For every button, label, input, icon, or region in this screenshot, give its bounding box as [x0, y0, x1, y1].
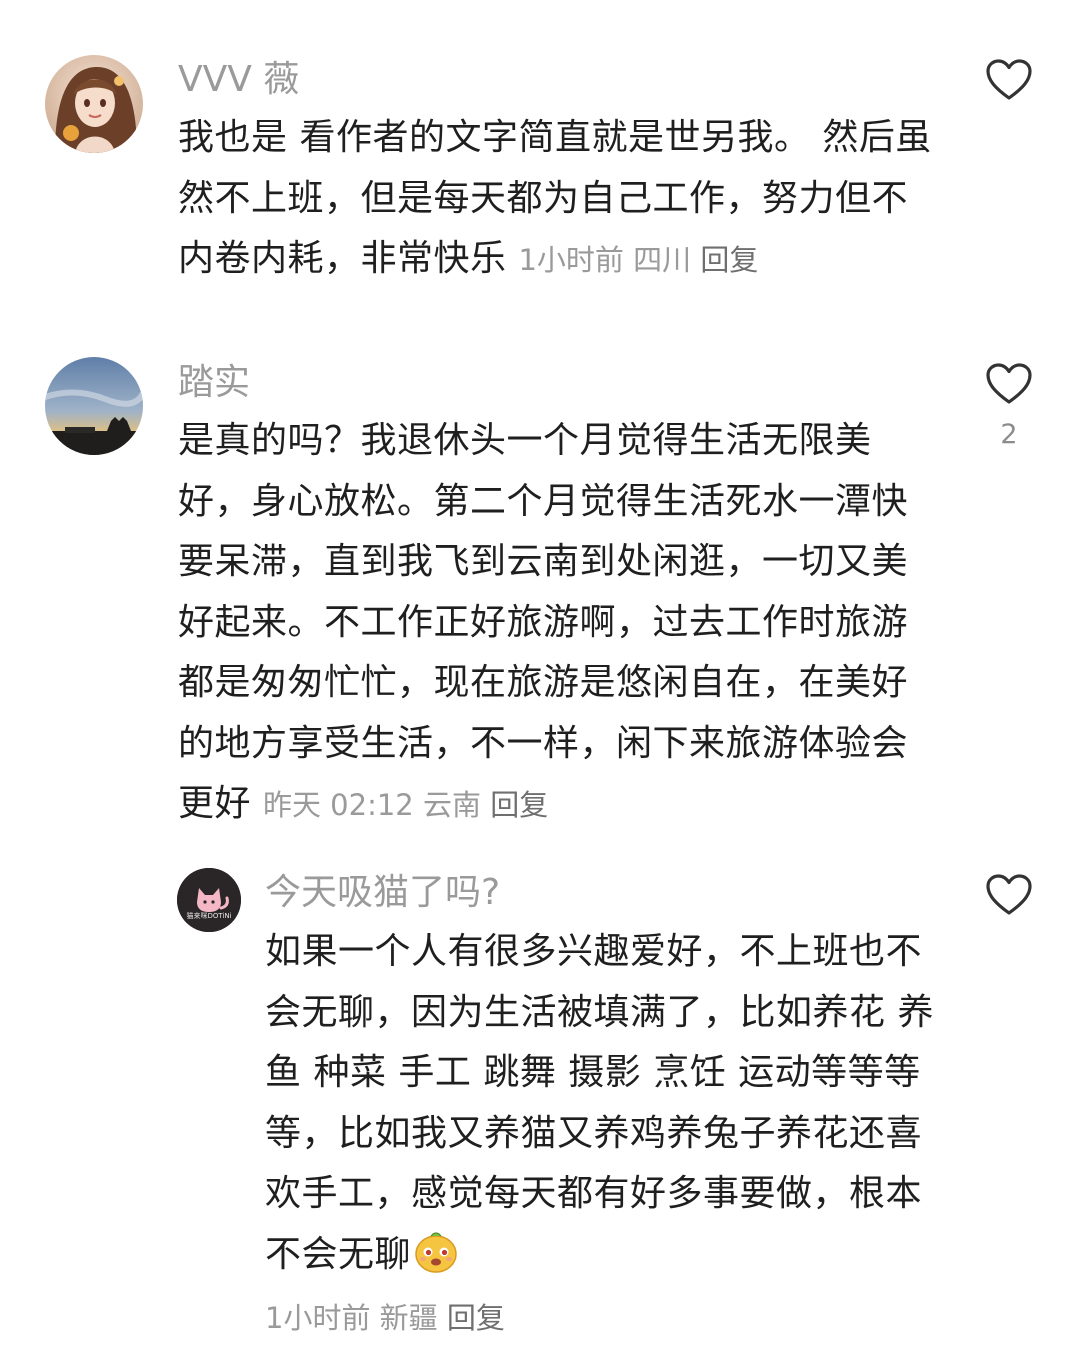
comment-body: 如果一个人有很多兴趣爱好，不上班也不会无聊，因为生活被填满了，比如养花 养鱼 种… [265, 931, 934, 1275]
comment-meta: 1小时前 新疆 回复 [265, 1298, 505, 1338]
reply-comment-item: 猫来咪DOTiNi 今天吸猫了吗? 如果一个人有很多兴趣爱好，不上班也不会无聊，… [0, 0, 1080, 1372]
heart-outline-icon [986, 874, 1032, 915]
avatar-caption: 猫来咪DOTiNi [186, 912, 232, 920]
cute-face-emoji [413, 1228, 459, 1274]
like-button[interactable] [984, 873, 1034, 917]
reply-button[interactable]: 回复 [447, 1301, 505, 1335]
user-avatar[interactable]: 猫来咪DOTiNi [177, 868, 241, 932]
comment-time: 1小时前 [265, 1301, 371, 1335]
comment-text: 如果一个人有很多兴趣爱好，不上班也不会无聊，因为生活被填满了，比如养花 养鱼 种… [265, 922, 940, 1285]
cat-logo-avatar-icon [177, 868, 241, 932]
comment-location: 新疆 [379, 1301, 438, 1335]
comment-username[interactable]: 今天吸猫了吗? [265, 871, 500, 915]
